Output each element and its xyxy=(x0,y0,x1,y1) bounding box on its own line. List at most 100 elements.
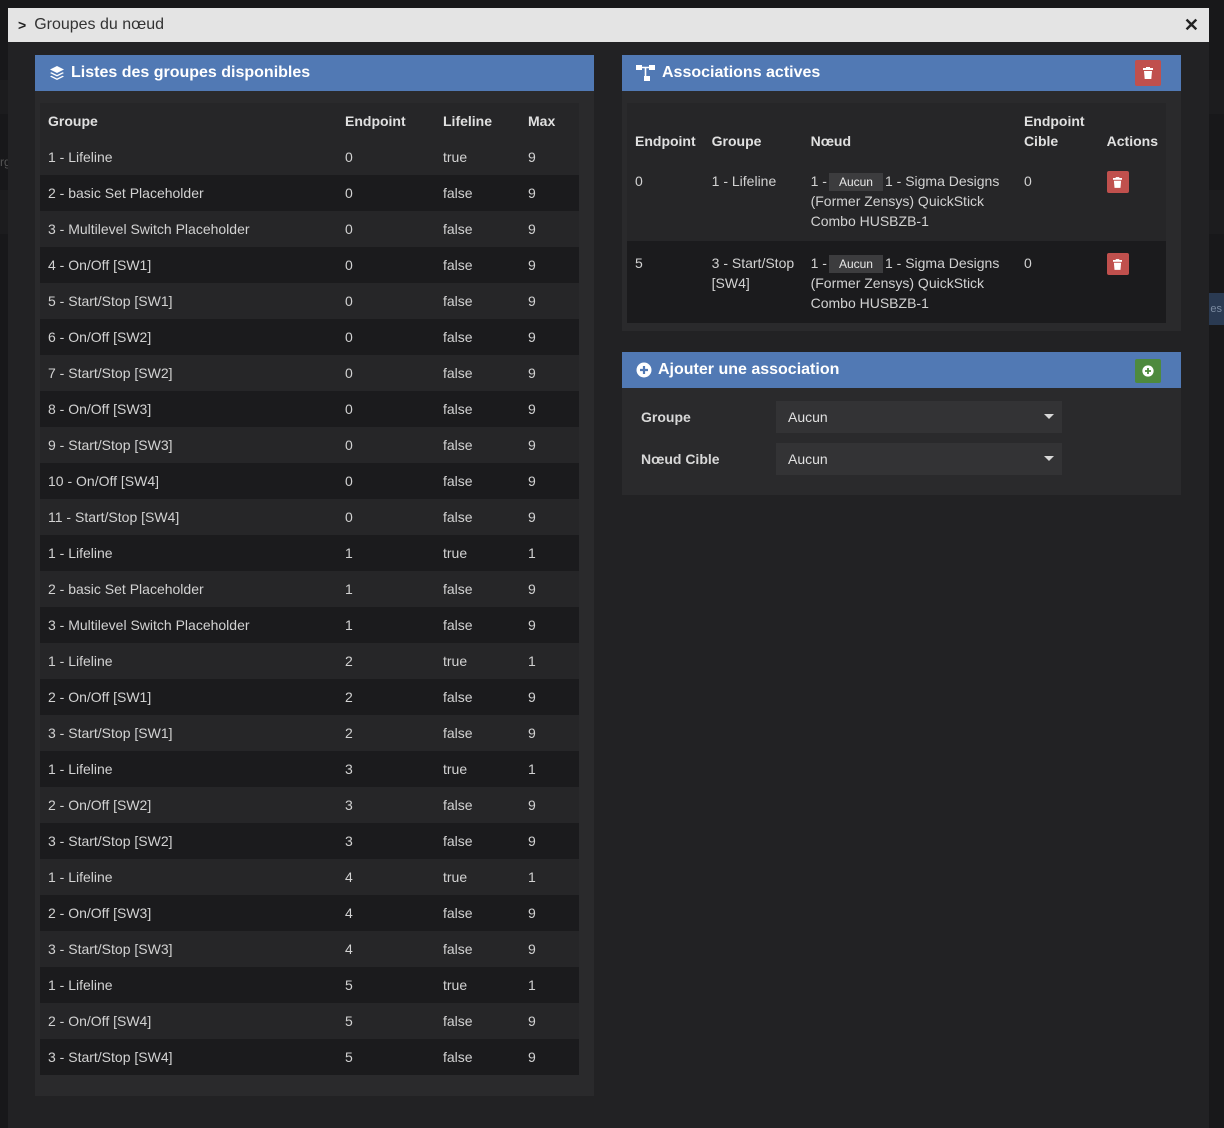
lifeline-cell: false xyxy=(435,211,520,247)
group-cell: 1 - Lifeline xyxy=(40,967,337,1003)
endpoint-cell: 0 xyxy=(337,247,435,283)
endpoint-cell: 0 xyxy=(337,391,435,427)
table-row: 7 - Start/Stop [SW2] 0 false 9 xyxy=(40,355,579,391)
group-cell: 5 - Start/Stop [SW1] xyxy=(40,283,337,319)
max-cell: 9 xyxy=(520,787,579,823)
target-node-select-value: Aucun xyxy=(788,451,828,467)
table-row: 3 - Start/Stop [SW2] 3 false 9 xyxy=(40,823,579,859)
group-cell: 6 - On/Off [SW2] xyxy=(40,319,337,355)
lifeline-cell: false xyxy=(435,895,520,931)
trash-icon xyxy=(1143,67,1153,79)
lifeline-cell: false xyxy=(435,823,520,859)
table-row: 2 - basic Set Placeholder 1 false 9 xyxy=(40,571,579,607)
panel-title: Ajouter une association xyxy=(658,361,840,378)
active-associations-panel: Associations actives Endpoint Groupe Nœu… xyxy=(622,55,1181,331)
trash-icon xyxy=(1113,176,1123,188)
max-cell: 9 xyxy=(520,391,579,427)
delete-association-button[interactable] xyxy=(1106,253,1129,275)
endpoint-cell: 0 xyxy=(627,159,704,241)
max-cell: 9 xyxy=(520,607,579,643)
table-row: 3 - Start/Stop [SW4] 5 false 9 xyxy=(40,1039,579,1075)
lifeline-cell: true xyxy=(435,859,520,895)
endpoint-cell: 0 xyxy=(337,355,435,391)
max-cell: 9 xyxy=(520,679,579,715)
endpoint-cell: 5 xyxy=(337,967,435,1003)
plus-circle-icon xyxy=(636,362,652,378)
column-header[interactable]: Endpoint xyxy=(337,103,435,139)
column-header[interactable]: Max xyxy=(520,103,579,139)
lifeline-cell: false xyxy=(435,283,520,319)
table-row: 2 - basic Set Placeholder 0 false 9 xyxy=(40,175,579,211)
lifeline-cell: true xyxy=(435,139,520,175)
lifeline-cell: false xyxy=(435,571,520,607)
actions-cell xyxy=(1098,241,1166,323)
panel-title: Associations actives xyxy=(662,64,821,81)
lifeline-cell: false xyxy=(435,931,520,967)
group-cell: 2 - On/Off [SW4] xyxy=(40,1003,337,1039)
endpoint-cell: 1 xyxy=(337,535,435,571)
lifeline-cell: true xyxy=(435,751,520,787)
group-cell: 7 - Start/Stop [SW2] xyxy=(40,355,337,391)
max-cell: 9 xyxy=(520,211,579,247)
max-cell: 9 xyxy=(520,283,579,319)
group-cell: 3 - Start/Stop [SW2] xyxy=(40,823,337,859)
column-header[interactable]: Endpoint xyxy=(627,103,704,159)
target-node-select[interactable]: Aucun xyxy=(776,443,1062,475)
table-row: 6 - On/Off [SW2] 0 false 9 xyxy=(40,319,579,355)
lifeline-cell: false xyxy=(435,787,520,823)
group-cell: 3 - Start/Stop [SW1] xyxy=(40,715,337,751)
table-row: 1 - Lifeline 4 true 1 xyxy=(40,859,579,895)
caret-down-icon xyxy=(1044,414,1054,419)
group-cell: 8 - On/Off [SW3] xyxy=(40,391,337,427)
table-row: 3 - Start/Stop [SW3] 4 false 9 xyxy=(40,931,579,967)
lifeline-cell: false xyxy=(435,355,520,391)
column-header[interactable]: Endpoint Cible xyxy=(1016,103,1099,159)
group-cell: 1 - Lifeline xyxy=(40,859,337,895)
table-row: 2 - On/Off [SW4] 5 false 9 xyxy=(40,1003,579,1039)
close-button[interactable]: ✕ xyxy=(1184,15,1199,36)
delete-association-button[interactable] xyxy=(1106,171,1129,193)
max-cell: 9 xyxy=(520,247,579,283)
column-header[interactable]: Lifeline xyxy=(435,103,520,139)
target-node-form-row: Nœud Cible Aucun xyxy=(641,443,1062,475)
group-form-row: Groupe Aucun xyxy=(641,401,1062,433)
endpoint-cell: 5 xyxy=(337,1039,435,1075)
column-header-line: Cible xyxy=(1023,133,1059,149)
add-association-button[interactable] xyxy=(1135,359,1161,383)
groups-table-body: 1 - Lifeline 0 true 9 2 - basic Set Placehol… xyxy=(40,139,579,1075)
table-header-row: Groupe Endpoint Lifeline Max xyxy=(40,103,579,139)
panel-header: Ajouter une association xyxy=(622,352,1181,388)
group-cell: 2 - basic Set Placeholder xyxy=(40,571,337,607)
table-row: 0 1 - Lifeline 1 - Aucun 1 - Sigma Designs… xyxy=(627,159,1166,241)
group-cell: 9 - Start/Stop [SW3] xyxy=(40,427,337,463)
target-endpoint-cell: 0 xyxy=(1015,159,1099,241)
group-select[interactable]: Aucun xyxy=(776,401,1062,433)
table-row: 1 - Lifeline 2 true 1 xyxy=(40,643,579,679)
delete-all-button[interactable] xyxy=(1135,60,1161,86)
table-row: 3 - Multilevel Switch Placeholder 0 false 9 xyxy=(40,211,579,247)
endpoint-cell: 4 xyxy=(337,859,435,895)
column-header[interactable]: Groupe xyxy=(704,103,803,159)
table-row: 5 - Start/Stop [SW1] 0 false 9 xyxy=(40,283,579,319)
column-header[interactable]: Actions xyxy=(1099,103,1166,159)
chevron-right-icon[interactable]: > xyxy=(18,17,26,33)
max-cell: 9 xyxy=(520,1039,579,1075)
max-cell: 9 xyxy=(520,355,579,391)
max-cell: 1 xyxy=(520,967,579,1003)
max-cell: 1 xyxy=(520,859,579,895)
lifeline-cell: false xyxy=(435,427,520,463)
group-cell: 2 - basic Set Placeholder xyxy=(40,175,337,211)
table-row: 1 - Lifeline 3 true 1 xyxy=(40,751,579,787)
column-header[interactable]: Nœud xyxy=(803,103,1016,159)
groups-table: Groupe Endpoint Lifeline Max 1 - Lifelin… xyxy=(40,103,579,1075)
endpoint-cell: 3 xyxy=(337,823,435,859)
add-association-panel: Ajouter une association Groupe Aucun Nœu… xyxy=(622,352,1181,495)
column-header[interactable]: Groupe xyxy=(40,103,337,139)
max-cell: 9 xyxy=(520,571,579,607)
group-cell: 3 - Multilevel Switch Placeholder xyxy=(40,211,337,247)
endpoint-cell: 2 xyxy=(337,643,435,679)
group-cell: 1 - Lifeline xyxy=(40,139,337,175)
table-row: 2 - On/Off [SW3] 4 false 9 xyxy=(40,895,579,931)
sitemap-icon xyxy=(636,65,656,81)
group-cell: 3 - Start/Stop [SW4] xyxy=(703,241,803,323)
